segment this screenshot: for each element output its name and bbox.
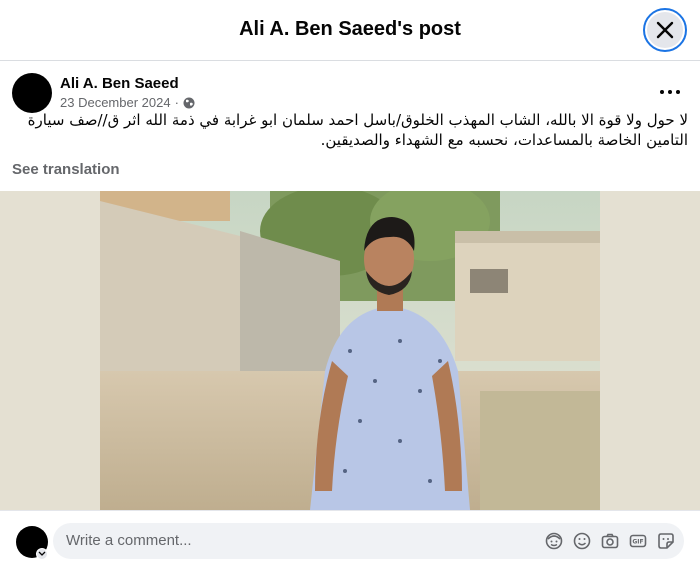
svg-text:GIF: GIF xyxy=(632,539,643,546)
post-meta: 23 December 2024 · xyxy=(60,95,195,110)
comment-bar: Write a comment... GIF xyxy=(0,510,700,577)
comment-placeholder: Write a comment... xyxy=(66,532,192,549)
emoji-icon[interactable] xyxy=(572,531,592,551)
post-dialog-header: Ali A. Ben Saeed's post xyxy=(0,0,700,61)
dialog-title: Ali A. Ben Saeed's post xyxy=(239,18,461,40)
more-options-button[interactable] xyxy=(655,77,685,107)
post-photo-container[interactable] xyxy=(0,191,700,510)
author-name[interactable]: Ali A. Ben Saeed xyxy=(60,75,179,92)
post-text-line: لا حول ولا قوة الا بالله، الشاب المهذب ا… xyxy=(27,111,688,129)
sticker-icon[interactable] xyxy=(656,531,676,551)
comment-input[interactable]: Write a comment... GIF xyxy=(53,523,684,559)
meta-separator: · xyxy=(174,95,179,110)
post-date[interactable]: 23 December 2024 xyxy=(60,95,171,110)
author-avatar[interactable] xyxy=(12,73,52,113)
globe-icon[interactable] xyxy=(183,97,195,109)
gif-icon[interactable]: GIF xyxy=(628,531,648,551)
camera-icon[interactable] xyxy=(600,531,620,551)
avatar-sticker-icon[interactable] xyxy=(544,531,564,551)
close-icon xyxy=(656,21,674,39)
post-photo[interactable] xyxy=(100,191,600,510)
chevron-down-icon[interactable] xyxy=(36,548,48,560)
close-button[interactable] xyxy=(643,8,687,52)
post-text-line: التامين الخاصة بالمساعدات، نحسبه مع الشه… xyxy=(320,131,688,149)
post-text: لا حول ولا قوة الا بالله، الشاب المهذب ا… xyxy=(12,110,688,150)
see-translation-link[interactable]: See translation xyxy=(12,161,120,178)
photo-illustration xyxy=(100,191,600,510)
